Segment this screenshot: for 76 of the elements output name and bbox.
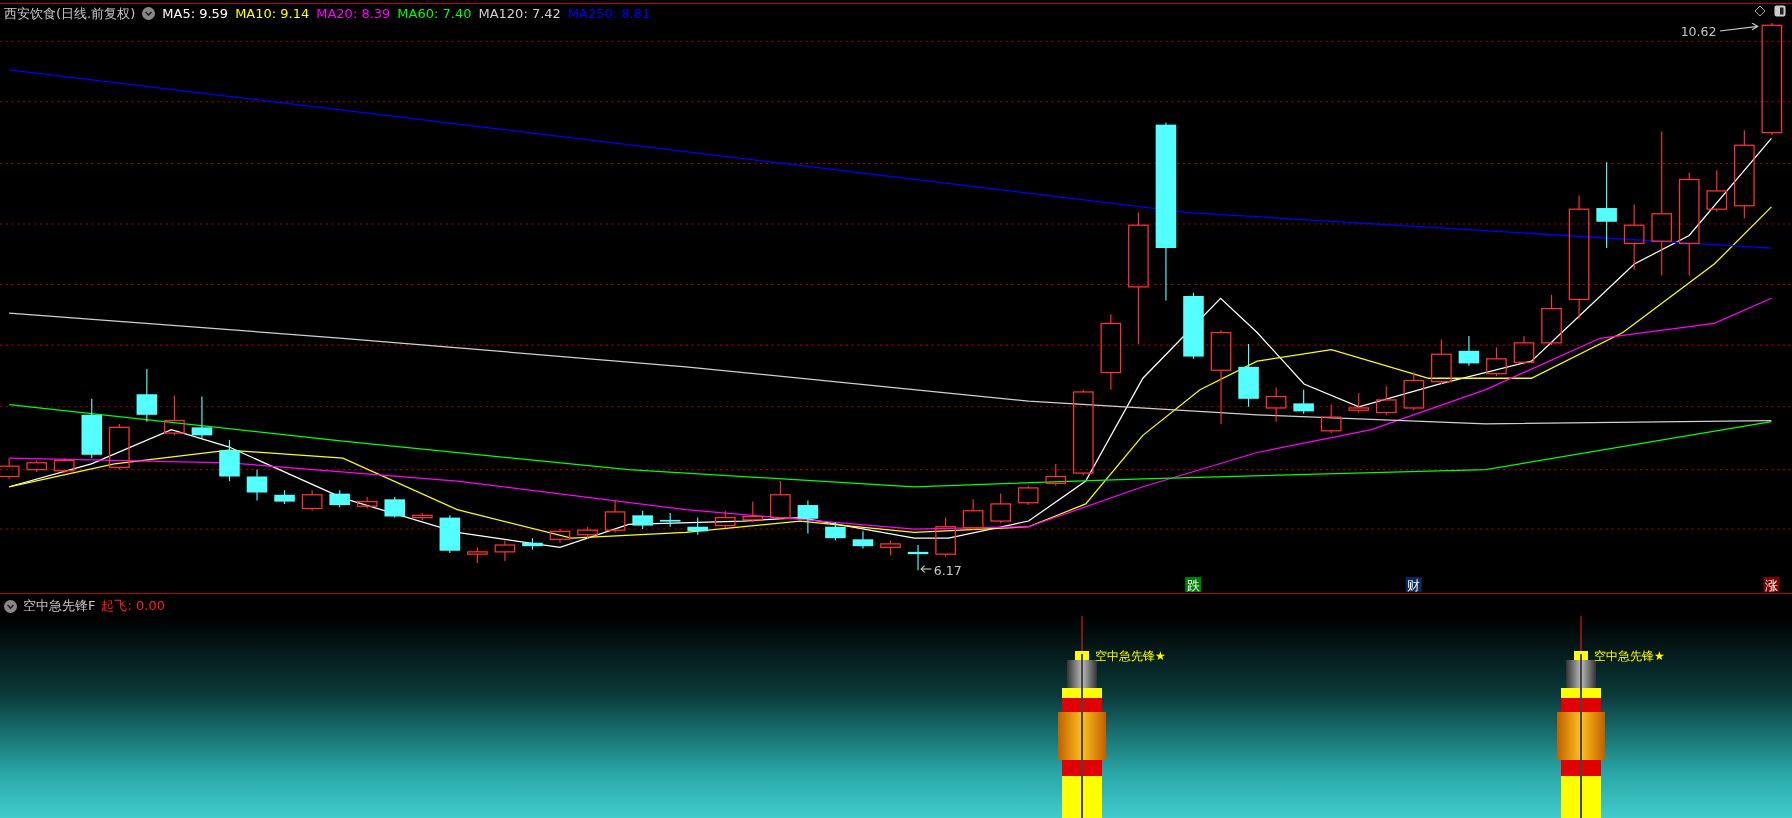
candlestick xyxy=(962,498,984,531)
ma-reading: MA5: 9.59 xyxy=(162,6,229,21)
collapse-icon[interactable] xyxy=(142,7,156,20)
candlestick xyxy=(1513,335,1535,366)
candlestick xyxy=(494,539,516,562)
ma-reading: MA120: 7.42 xyxy=(478,6,561,21)
signal-label: 空中急先锋★ xyxy=(1095,649,1166,663)
candlestick xyxy=(53,457,75,474)
event-marker[interactable]: 财 xyxy=(1405,577,1422,593)
candlestick xyxy=(1017,485,1039,506)
arrow-icon xyxy=(1719,23,1759,32)
event-marker[interactable]: 涨 xyxy=(1763,577,1780,593)
candlestick xyxy=(301,489,323,512)
candlestick xyxy=(1348,392,1370,414)
collapse-icon[interactable] xyxy=(4,599,17,613)
candlestick xyxy=(1623,204,1645,271)
candlestick xyxy=(439,514,461,554)
high-price-label: 10.62 xyxy=(1680,23,1717,39)
candlestick xyxy=(632,510,653,530)
candlestick xyxy=(411,512,433,521)
ma-reading: MA10: 9.14 xyxy=(235,6,310,21)
candlestick xyxy=(935,517,956,558)
ma-reading: MA20: 8.39 xyxy=(316,6,391,21)
candlestick xyxy=(164,394,185,436)
candlestick xyxy=(522,537,543,551)
candlestick xyxy=(714,510,736,529)
candlestick xyxy=(26,459,48,473)
candlestick xyxy=(1265,386,1287,423)
candlestick xyxy=(108,423,130,471)
candlestick xyxy=(825,521,846,542)
candlestick xyxy=(1486,346,1507,377)
candlestick xyxy=(274,489,295,505)
candlestick xyxy=(467,546,488,564)
candlestick xyxy=(1541,294,1562,346)
candlestick xyxy=(770,480,791,521)
signal-label: 空中急先锋★ xyxy=(1594,649,1665,663)
candlestick xyxy=(1045,463,1067,487)
arrow-icon xyxy=(920,565,932,573)
candlestick xyxy=(0,457,20,480)
candlestick xyxy=(990,493,1012,524)
candlestick xyxy=(1320,403,1342,434)
candlestick xyxy=(356,496,378,510)
candlestick xyxy=(329,489,350,508)
diamond-icon[interactable] xyxy=(1754,5,1766,17)
candlestick xyxy=(384,496,406,519)
candlestick xyxy=(1706,169,1728,213)
candlestick xyxy=(549,528,571,544)
candlestick xyxy=(1183,292,1204,360)
panel-icon[interactable] xyxy=(1774,5,1786,17)
candlestick xyxy=(1403,371,1425,411)
candlestick xyxy=(577,526,598,539)
ma-reading: MA60: 7.40 xyxy=(397,6,472,21)
candlestick xyxy=(604,499,626,534)
candlestick xyxy=(742,501,764,523)
candlestick xyxy=(659,512,681,528)
candlestick xyxy=(219,439,240,482)
candlestick xyxy=(907,544,929,571)
candlestick xyxy=(797,499,819,535)
event-marker[interactable]: 跌 xyxy=(1185,577,1202,593)
candlestick xyxy=(1238,343,1259,408)
candlestick xyxy=(1458,335,1480,367)
candlestick xyxy=(1293,389,1314,415)
candlestick xyxy=(136,368,158,423)
candlestick xyxy=(1375,385,1397,416)
indicator-reading: 起飞: 0.00 xyxy=(101,597,165,615)
stock-title: 西安饮食(日线.前复权) xyxy=(4,4,136,23)
candlestick xyxy=(246,469,268,502)
ma-reading: MA250: 8.81 xyxy=(567,6,651,21)
candlestick xyxy=(880,539,901,556)
candlestick xyxy=(191,395,213,440)
candlestick xyxy=(81,398,103,459)
candlestick xyxy=(852,530,874,550)
candlestick xyxy=(687,517,708,536)
candlestick xyxy=(1431,338,1452,385)
low-price-label: 6.17 xyxy=(933,562,962,578)
indicator-title: 空中急先锋F xyxy=(23,597,96,615)
